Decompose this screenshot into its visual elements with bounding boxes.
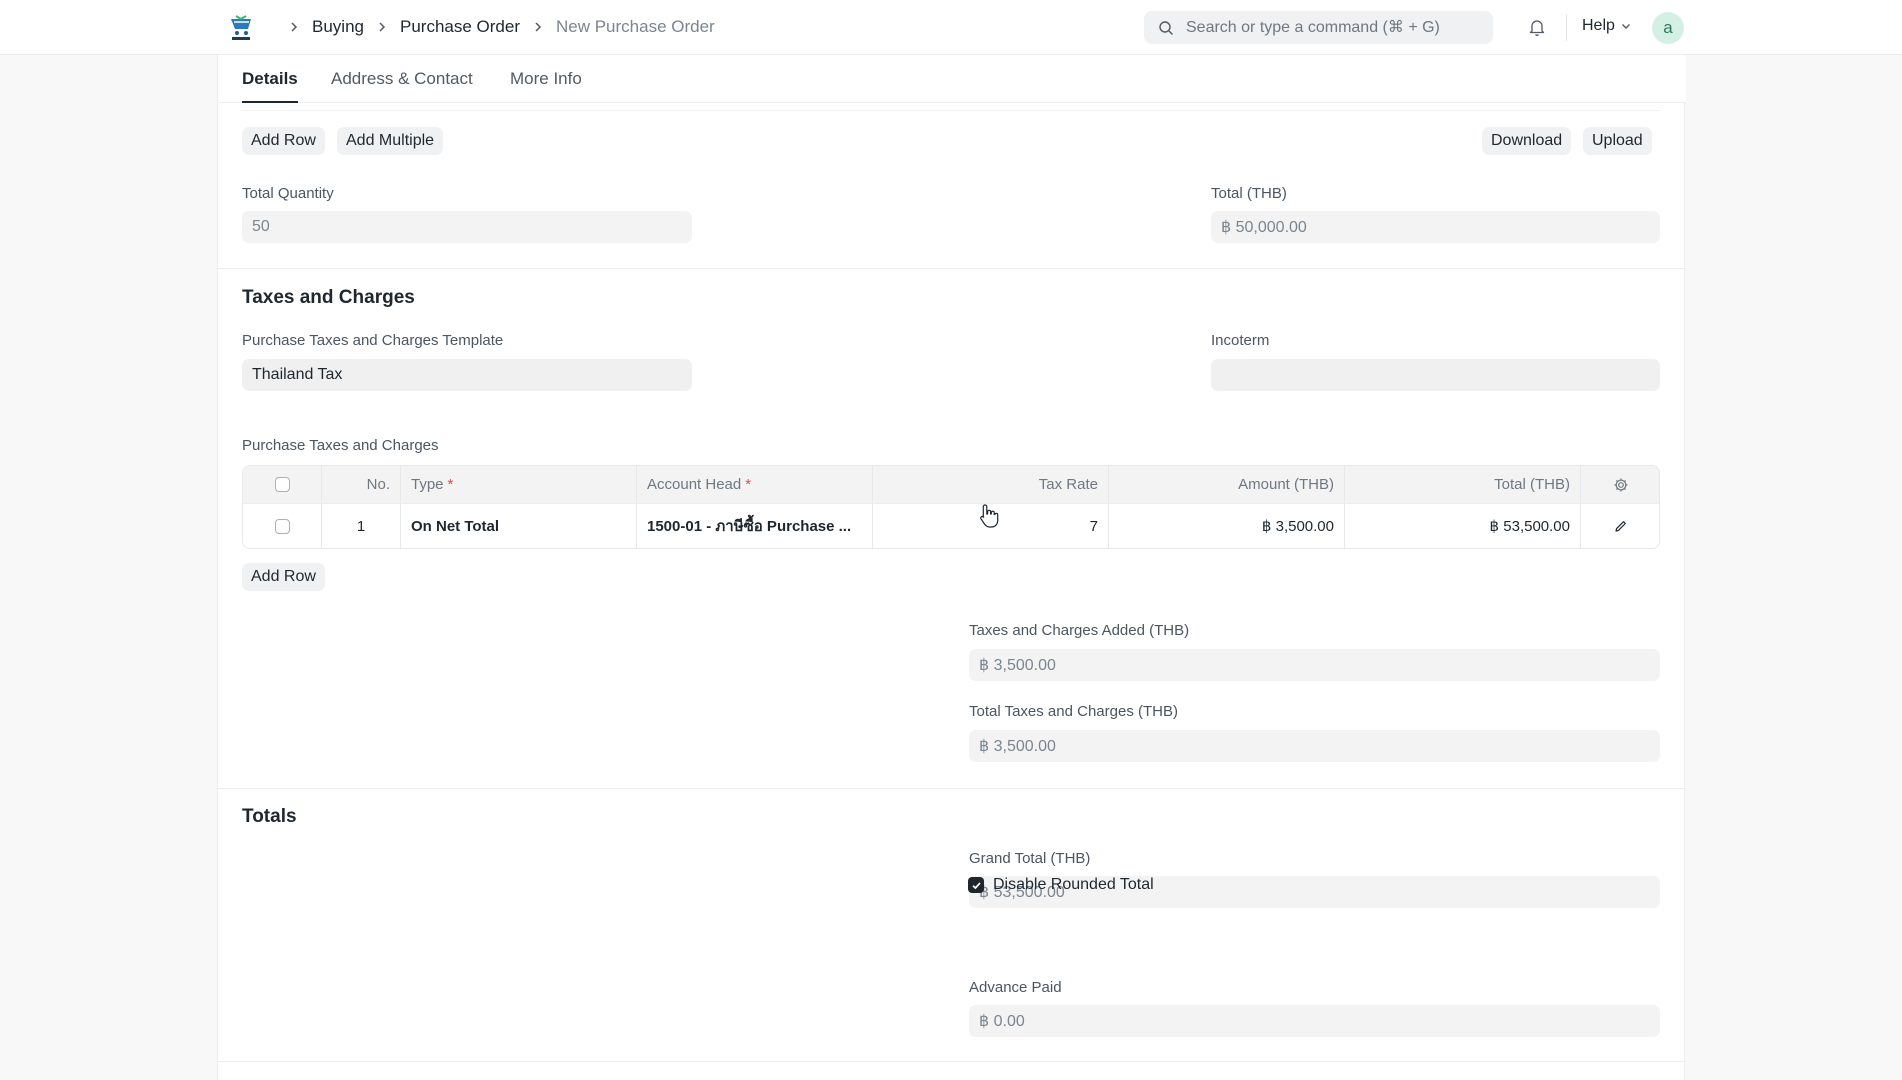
search-bar[interactable] (1144, 11, 1493, 44)
chevron-right-icon (532, 21, 544, 33)
header-tax-rate: Tax Rate (873, 466, 1109, 503)
header-select-cell (243, 466, 322, 503)
incoterm-label: Incoterm (1211, 332, 1270, 349)
required-mark: * (745, 476, 752, 493)
total-taxes-field: ฿ 3,500.00 (969, 730, 1660, 762)
tab-more-info[interactable]: More Info (510, 69, 582, 101)
advance-paid-label: Advance Paid (969, 979, 1062, 996)
taxes-added-label: Taxes and Charges Added (THB) (969, 622, 1190, 639)
form-page: Details Address & Contact More Info Add … (217, 55, 1686, 1080)
required-mark: * (447, 476, 454, 493)
header-amount-label: Amount (THB) (1238, 476, 1334, 493)
checkmark-icon (971, 881, 981, 889)
row-edit-cell (1581, 504, 1659, 548)
row-checkbox[interactable] (274, 518, 290, 534)
form-tabs: Details Address & Contact More Info (218, 55, 1686, 103)
header-amount: Amount (THB) (1109, 466, 1345, 503)
section-divider (218, 1061, 1686, 1062)
disable-rounded-total-label: Disable Rounded Total (993, 876, 1154, 893)
items-add-row-button[interactable]: Add Row (242, 127, 325, 155)
row-amount: ฿ 3,500.00 (1109, 504, 1345, 548)
select-all-checkbox[interactable] (274, 477, 290, 492)
help-label: Help (1582, 17, 1615, 34)
header-account-head: Account Head * (637, 466, 873, 503)
chevron-right-icon (376, 21, 388, 33)
header-type-label: Type (411, 476, 444, 493)
row-type[interactable]: On Net Total (401, 504, 637, 548)
total-label: Total (THB) (1211, 185, 1287, 202)
table-row[interactable]: 1 On Net Total 1500-01 - ภาษีซื้อ Purcha… (243, 503, 1659, 548)
tab-address-contact[interactable]: Address & Contact (331, 69, 473, 101)
avatar[interactable]: a (1652, 12, 1684, 44)
total-taxes-label: Total Taxes and Charges (THB) (969, 703, 1178, 720)
download-button[interactable]: Download (1482, 127, 1572, 155)
tax-template-input[interactable]: Thailand Tax (242, 359, 692, 391)
breadcrumb-buying[interactable]: Buying (312, 17, 364, 37)
header-total: Total (THB) (1345, 466, 1581, 503)
total-quantity-field: 50 (242, 211, 692, 243)
header-no: No. (322, 466, 401, 503)
total-quantity-label: Total Quantity (242, 185, 334, 202)
row-no: 1 (322, 504, 401, 548)
advance-paid-field: ฿ 0.00 (969, 1005, 1660, 1037)
edit-pencil-icon[interactable] (1614, 519, 1628, 533)
header-total-label: Total (THB) (1494, 476, 1570, 493)
taxes-table: No. Type * Account Head * Tax Rate Amoun… (242, 465, 1660, 549)
header-type: Type * (401, 466, 637, 503)
column-settings-cell (1581, 466, 1659, 503)
breadcrumb: Buying Purchase Order New Purchase Order (276, 17, 715, 37)
header-no-label: No. (366, 476, 390, 493)
chevron-down-icon (1621, 24, 1630, 29)
header-account-head-label: Account Head (647, 476, 742, 493)
grand-total-label: Grand Total (THB) (969, 850, 1091, 867)
taxes-table-label: Purchase Taxes and Charges (242, 437, 439, 454)
section-divider (218, 788, 1686, 789)
section-divider (218, 268, 1686, 269)
totals-section-title: Totals (242, 806, 297, 827)
tab-details[interactable]: Details (242, 69, 298, 103)
incoterm-input[interactable] (1211, 359, 1660, 391)
row-select-cell (243, 504, 322, 548)
breadcrumb-purchase-order[interactable]: Purchase Order (400, 17, 520, 37)
navbar: Buying Purchase Order New Purchase Order… (0, 0, 1902, 55)
hand-cursor-icon (980, 504, 999, 528)
gear-icon[interactable] (1613, 477, 1629, 493)
total-field: ฿ 50,000.00 (1211, 211, 1660, 243)
row-account-head[interactable]: 1500-01 - ภาษีซื้อ Purchase ... (637, 504, 873, 548)
row-total: ฿ 53,500.00 (1345, 504, 1581, 548)
disable-rounded-total-checkbox[interactable] (968, 877, 984, 893)
table-header: No. Type * Account Head * Tax Rate Amoun… (243, 466, 1659, 503)
taxes-add-row-button[interactable]: Add Row (242, 563, 325, 591)
navbar-divider (1566, 14, 1567, 41)
taxes-section-title: Taxes and Charges (242, 287, 415, 308)
chevron-right-icon (288, 21, 300, 33)
notification-bell-icon[interactable] (1527, 17, 1547, 37)
tax-template-label: Purchase Taxes and Charges Template (242, 332, 504, 349)
taxes-added-field: ฿ 3,500.00 (969, 649, 1660, 681)
header-tax-rate-label: Tax Rate (1038, 476, 1098, 493)
search-input[interactable] (1186, 18, 1486, 37)
breadcrumb-current: New Purchase Order (555, 17, 715, 36)
items-add-multiple-button[interactable]: Add Multiple (337, 127, 444, 155)
help-dropdown[interactable]: Help (1582, 17, 1632, 35)
items-table-edge (242, 103, 1660, 111)
app-logo[interactable] (226, 13, 256, 43)
upload-button[interactable]: Upload (1583, 127, 1652, 155)
search-icon (1159, 20, 1173, 35)
